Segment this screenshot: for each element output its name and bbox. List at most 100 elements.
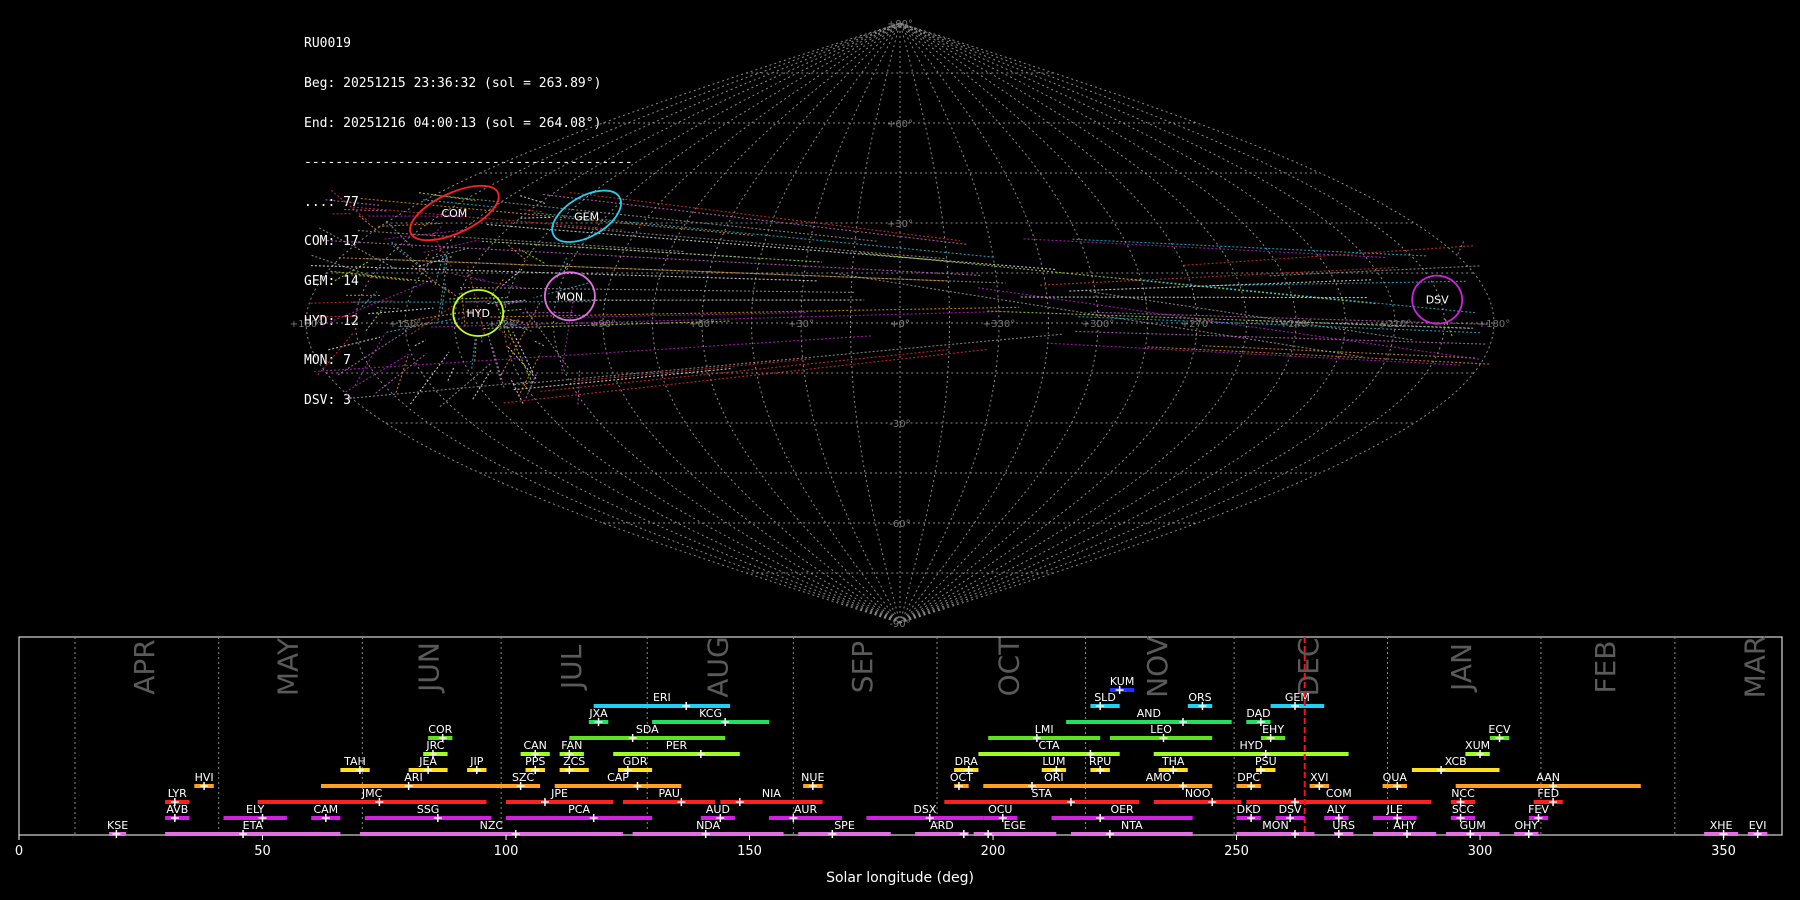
shower-fev: FEV	[1528, 803, 1549, 822]
shower-lum: LUM	[1041, 755, 1067, 774]
shower-label: THA	[1161, 755, 1185, 768]
month-label: MAY	[272, 637, 305, 696]
shower-label: NZC	[480, 819, 504, 832]
month-label: FEB	[1589, 640, 1622, 693]
shower-label: JIP	[469, 755, 483, 768]
shower-can: CAN	[520, 739, 550, 758]
shower-label: TAH	[343, 755, 366, 768]
shower-label: CTA	[1038, 739, 1060, 752]
x-tick-label: 250	[1224, 844, 1249, 859]
shower-fed: FED	[1533, 787, 1563, 806]
shower-label: DPC	[1237, 771, 1260, 784]
shower-zcs: ZCS	[559, 755, 589, 774]
shower-label: AAN	[1536, 771, 1560, 784]
shower-label: HVI	[195, 771, 214, 784]
shower-tha: THA	[1158, 755, 1188, 774]
shower-label: ERI	[653, 691, 671, 704]
shower-label: DSX	[913, 803, 936, 816]
shower-label: AUD	[706, 803, 730, 816]
shower-label: XVI	[1310, 771, 1328, 784]
shower-dkd: DKD	[1236, 803, 1261, 822]
shower-rpu: RPU	[1089, 755, 1111, 774]
shower-ehy: EHY	[1260, 723, 1286, 742]
shower-dpc: DPC	[1236, 771, 1261, 790]
shower-gdr: GDR	[618, 755, 653, 774]
x-tick-label: 150	[737, 844, 762, 859]
shower-label: LMI	[1035, 723, 1054, 736]
shower-dsv: DSV	[1275, 803, 1305, 822]
shower-label: JMC	[361, 787, 383, 800]
shower-label: AMO	[1146, 771, 1172, 784]
shower-label: ETA	[243, 819, 264, 832]
shower-label: KSE	[107, 819, 128, 832]
shower-label: NTA	[1121, 819, 1143, 832]
shower-label: JPE	[550, 787, 568, 800]
shower-label: GDR	[623, 755, 648, 768]
shower-label: SDA	[636, 723, 659, 736]
shower-xvi: XVI	[1309, 771, 1330, 790]
shower-ecv: ECV	[1488, 723, 1511, 742]
shower-sld: SLD	[1090, 691, 1120, 710]
shower-label: ZCS	[563, 755, 585, 768]
shower-label: OCT	[950, 771, 973, 784]
month-label: SEP	[846, 641, 879, 693]
x-tick-label: 200	[981, 844, 1006, 859]
shower-ncc: NCC	[1450, 787, 1476, 806]
month-label: NOV	[1141, 636, 1174, 698]
shower-label: ELY	[246, 803, 265, 816]
shower-label: KCG	[699, 707, 722, 720]
shower-label: QUA	[1383, 771, 1408, 784]
shower-label: FED	[1537, 787, 1559, 800]
shower-ors: ORS	[1187, 691, 1213, 710]
x-axis-label: Solar longitude (deg)	[826, 870, 974, 886]
shower-label: EVI	[1749, 819, 1767, 832]
month-label: MAR	[1739, 636, 1772, 699]
shower-label: SCC	[1452, 803, 1475, 816]
month-label: JUN	[413, 642, 446, 694]
shower-label: GUM	[1460, 819, 1486, 832]
shower-aly: ALY	[1324, 803, 1349, 822]
shower-label: NUE	[801, 771, 824, 784]
shower-label: NDA	[696, 819, 721, 832]
shower-nue: NUE	[801, 771, 824, 790]
month-label: AUG	[701, 636, 734, 697]
shower-label: SPE	[834, 819, 855, 832]
shower-dra: DRA	[954, 755, 979, 774]
shower-jrc: JRC	[423, 739, 448, 758]
x-tick-label: 350	[1711, 844, 1736, 859]
shower-label: DSV	[1279, 803, 1302, 816]
shower-label: HYD	[1239, 739, 1262, 752]
shower-label: CAN	[523, 739, 546, 752]
shower-timeline: APR MAY JUN JUL AUG SEP OCT NOV DEC JAN FEB MAR KSE…	[15, 636, 1783, 886]
shower-cor: COR	[428, 723, 453, 742]
shower-label: EHY	[1262, 723, 1284, 736]
shower-label: XUM	[1465, 739, 1490, 752]
shower-label: DAD	[1246, 707, 1270, 720]
shower-xum: XUM	[1465, 739, 1490, 758]
shower-cam: CAM	[311, 803, 341, 822]
shower-label: JXA	[588, 707, 608, 720]
shower-label: OHY	[1514, 819, 1538, 832]
shower-label: FEV	[1528, 803, 1549, 816]
shower-label: NOO	[1185, 787, 1211, 800]
shower-dad: DAD	[1246, 707, 1271, 726]
shower-label: EGE	[1004, 819, 1026, 832]
shower-label: COM	[1326, 787, 1352, 800]
shower-label: AUR	[794, 803, 818, 816]
shower-label: LUM	[1042, 755, 1065, 768]
shower-label: DKD	[1237, 803, 1261, 816]
shower-label: OCU	[988, 803, 1012, 816]
shower-label: OER	[1110, 803, 1134, 816]
shower-label: ORI	[1044, 771, 1064, 784]
x-tick-label: 300	[1468, 844, 1493, 859]
shower-label: SZC	[512, 771, 535, 784]
shower-qua: QUA	[1382, 771, 1408, 790]
shower-label: DRA	[955, 755, 979, 768]
shower-label: JRC	[425, 739, 444, 752]
shower-label: AVB	[166, 803, 188, 816]
month-label: APR	[128, 639, 161, 695]
shower-label: XHE	[1710, 819, 1733, 832]
shower-avb: AVB	[165, 803, 190, 822]
shower-label: ARI	[404, 771, 422, 784]
shower-tah: TAH	[340, 755, 370, 774]
